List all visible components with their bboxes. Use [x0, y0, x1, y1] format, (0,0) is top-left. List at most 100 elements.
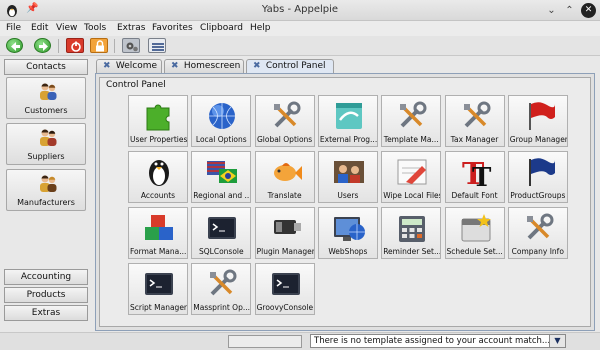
penguin-icon — [149, 160, 169, 186]
tile-translate[interactable]: Translate — [254, 151, 315, 203]
control-panel: Control Panel User Properties Local Optio… — [99, 77, 591, 327]
title-bar: 📌 Yabs - Appelpie ⌄ ⌃ ✕ — [0, 0, 600, 21]
tile-accounts[interactable]: Accounts — [128, 151, 188, 203]
tile-external-prog[interactable]: External Prog... — [317, 95, 378, 147]
menu-edit[interactable]: Edit — [31, 23, 48, 33]
sidebar-item-manufacturers[interactable]: Manufacturers — [6, 169, 86, 211]
gears-icon[interactable] — [122, 38, 140, 53]
toolbar-separator — [114, 39, 115, 53]
tools-icon — [400, 101, 427, 128]
tab-label: Homescreen — [183, 61, 241, 71]
tile-groovyconsole[interactable]: GroovyConsole — [254, 263, 315, 315]
eraser-icon — [397, 159, 427, 185]
tile-default-font[interactable]: T T Default Font — [444, 151, 505, 203]
tile-script-manager[interactable]: Script Manager — [128, 263, 188, 315]
suppliers-icon — [40, 129, 57, 146]
minimize-button[interactable]: ⌄ — [544, 3, 559, 18]
tile-label: ProductGroups — [510, 191, 566, 200]
tile-label: Translate — [267, 191, 302, 200]
tab-homescreen[interactable]: ✖ Homescreen — [164, 59, 244, 74]
tab-close-icon[interactable]: ✖ — [171, 60, 181, 73]
sidebar-item-label: Customers — [24, 106, 68, 115]
tile-label: Massprint Op... — [193, 303, 251, 312]
terminal-icon — [145, 273, 173, 295]
menu-view[interactable]: View — [56, 23, 77, 33]
panel-title: Control Panel — [106, 80, 166, 90]
terminal-icon — [208, 217, 237, 239]
customers-icon — [40, 83, 57, 100]
tile-regional-and[interactable]: Regional and ... — [191, 151, 252, 203]
lock-icon[interactable] — [90, 38, 108, 53]
tile-tax-manager[interactable]: Tax Manager — [444, 95, 505, 147]
control-panel-frame: Control Panel User Properties Local Optio… — [95, 73, 595, 331]
tile-users[interactable]: Users — [317, 151, 378, 203]
sidebar-section-accounting[interactable]: Accounting — [4, 269, 88, 285]
sidebar-section-extras[interactable]: Extras — [4, 305, 88, 321]
tile-format-mana[interactable]: Format Mana... — [128, 207, 188, 259]
tile-plugin-manager[interactable]: Plugin Manager — [254, 207, 315, 259]
forward-icon[interactable] — [34, 38, 51, 53]
back-icon[interactable] — [6, 38, 23, 53]
sidebar-contacts-header[interactable]: Contacts — [4, 59, 88, 75]
close-button[interactable]: ✕ — [581, 3, 596, 18]
tile-reminder-set[interactable]: Reminder Set... — [381, 207, 442, 259]
toolbar — [0, 36, 600, 56]
menu-file[interactable]: File — [6, 23, 21, 33]
tile-productgroups[interactable]: ProductGroups — [507, 151, 568, 203]
fish-icon — [273, 163, 302, 181]
usb-icon — [273, 220, 301, 234]
tile-label: User Properties — [130, 135, 187, 144]
menu-favorites[interactable]: Favorites — [152, 23, 193, 33]
tile-massprint-op[interactable]: Massprint Op... — [191, 263, 252, 315]
menu-help[interactable]: Help — [250, 23, 271, 33]
tile-label: GroovyConsole — [256, 303, 314, 312]
menu-clipboard[interactable]: Clipboard — [200, 23, 243, 33]
tile-label: Plugin Manager — [256, 247, 314, 256]
tab-label: Control Panel — [265, 61, 326, 71]
tile-label: Regional and ... — [193, 191, 251, 200]
sidebar-item-label: Manufacturers — [17, 198, 75, 207]
tile-schedule-set[interactable]: Schedule Set... — [444, 207, 505, 259]
blocks-icon — [145, 215, 173, 240]
tab-control-panel[interactable]: ✖ Control Panel — [246, 59, 334, 74]
tile-label: Accounts — [140, 191, 176, 200]
tile-label: Local Options — [195, 135, 247, 144]
font-icon: TT — [462, 157, 492, 188]
status-bar: There is no template assigned to your ac… — [0, 332, 600, 350]
tile-wipe-local-files[interactable]: Wipe Local Files — [381, 151, 442, 203]
tab-welcome[interactable]: ✖ Welcome — [96, 59, 162, 74]
tile-local-options[interactable]: Local Options — [191, 95, 252, 147]
chevron-down-icon[interactable]: ▼ — [549, 335, 565, 347]
tab-label: Welcome — [115, 61, 158, 71]
manufacturers-icon — [40, 175, 57, 192]
sidebar-section-products[interactable]: Products — [4, 287, 88, 303]
sidebar-item-suppliers[interactable]: Suppliers — [6, 123, 86, 165]
users-icon — [333, 161, 364, 183]
tile-company-info[interactable]: Company Info — [507, 207, 568, 259]
tile-template-ma[interactable]: Template Ma... — [381, 95, 442, 147]
maximize-button[interactable]: ⌃ — [562, 3, 577, 18]
tile-group-manager[interactable]: Group Manager — [507, 95, 568, 147]
tools-icon — [210, 269, 237, 296]
tile-label: WebShops — [328, 247, 368, 256]
tile-label: Default Font — [451, 191, 498, 200]
terminal-icon — [271, 273, 300, 295]
tile-webshops[interactable]: WebShops — [317, 207, 378, 259]
tab-close-icon[interactable]: ✖ — [103, 60, 113, 73]
status-cell — [228, 335, 302, 348]
menu-extras[interactable]: Extras — [117, 23, 145, 33]
tile-label: Tax Manager — [450, 135, 499, 144]
list-icon[interactable] — [148, 38, 166, 53]
tile-user-properties[interactable]: User Properties — [128, 95, 188, 147]
toolbar-separator — [58, 39, 59, 53]
status-message[interactable]: There is no template assigned to your ac… — [310, 334, 566, 348]
tab-close-icon[interactable]: ✖ — [253, 60, 263, 73]
menu-tools[interactable]: Tools — [84, 23, 106, 33]
tools-icon — [463, 101, 490, 128]
monitor-globe-icon — [333, 217, 365, 241]
tile-sqlconsole[interactable]: SQLConsole — [191, 207, 252, 259]
tile-global-options[interactable]: Global Options — [254, 95, 315, 147]
tile-label: Format Mana... — [130, 247, 187, 256]
sidebar-item-customers[interactable]: Customers — [6, 77, 86, 119]
power-icon[interactable] — [66, 38, 84, 53]
